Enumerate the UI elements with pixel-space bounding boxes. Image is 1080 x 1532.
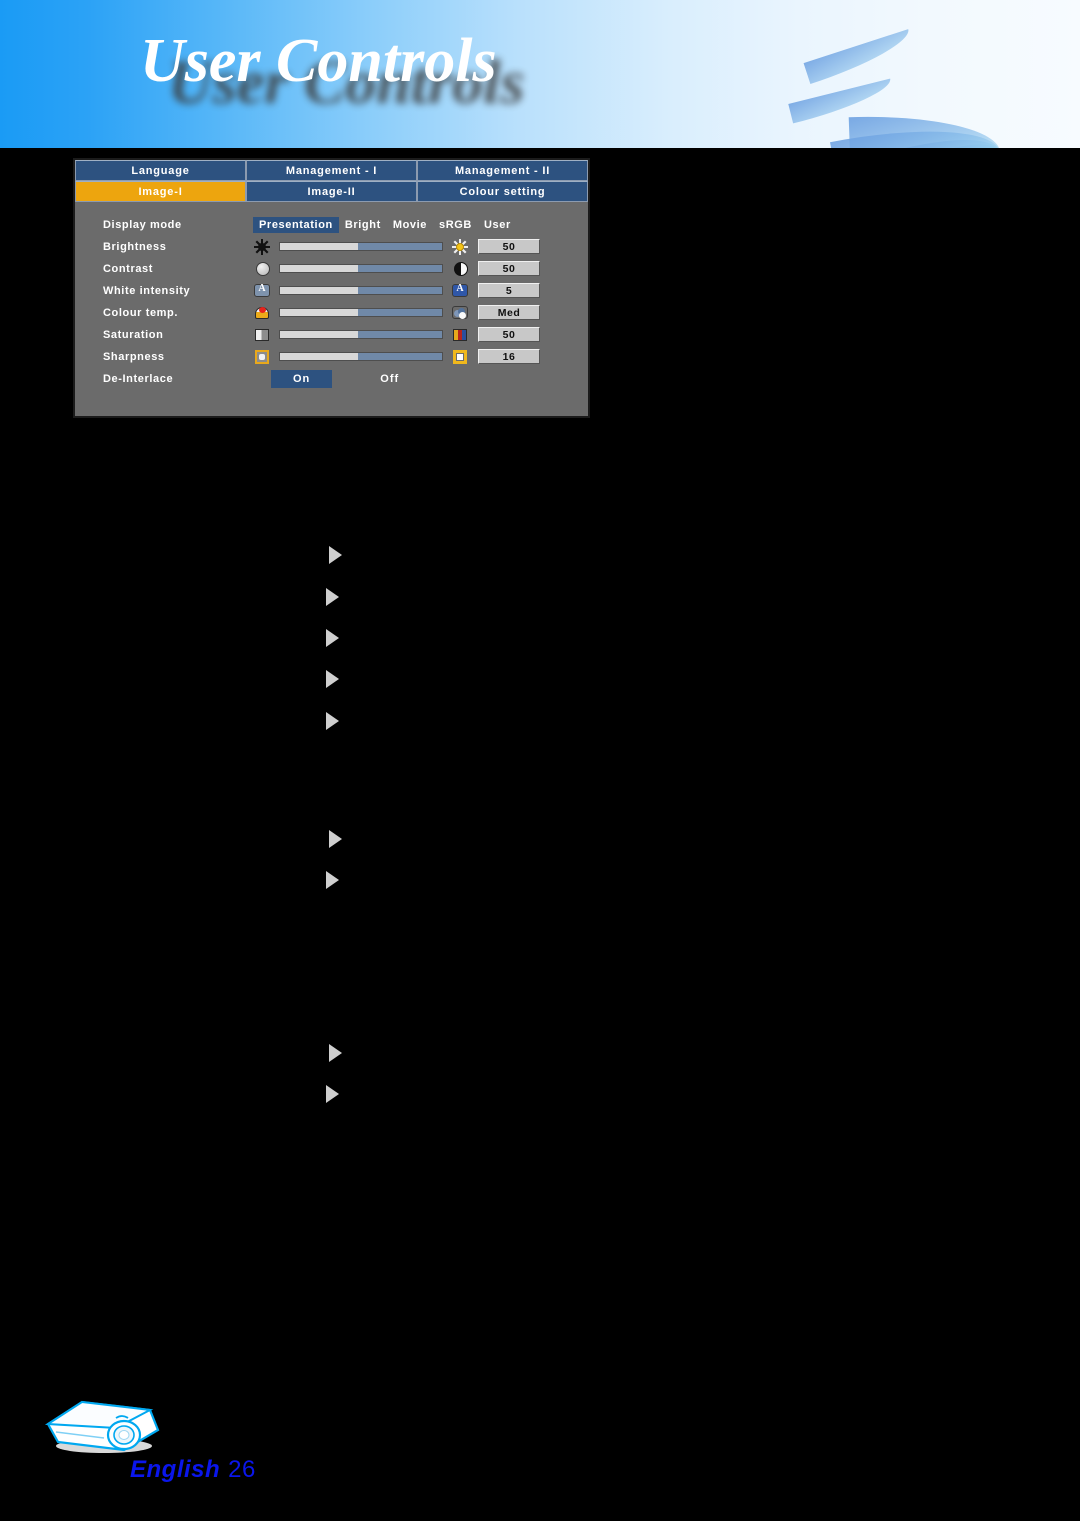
- page-header: User Controls User Controls: [0, 0, 1080, 148]
- projector-illustration: [44, 1400, 160, 1453]
- contrast-label: Contrast: [103, 262, 154, 275]
- sharpness-slider-track-right: [357, 353, 442, 360]
- osd-row-contrast: Contrast 50: [75, 258, 588, 279]
- saturation-label: Saturation: [103, 328, 164, 341]
- footer-page-number: 26: [228, 1456, 256, 1483]
- osd-menu-body: Display mode Presentation Bright Movie sRGB…: [75, 202, 588, 389]
- saturation-slider[interactable]: [279, 330, 443, 339]
- bullet-marker: [326, 629, 339, 647]
- osd-slider-rows: Brightness 50 Contrast 50 White intensity A A 5…: [75, 236, 588, 367]
- saturation-slider-track-right: [357, 331, 442, 338]
- letter-a-dim-icon: A: [253, 283, 271, 299]
- deinterlace-toggle-group: On Off: [271, 369, 399, 388]
- sharpness-value[interactable]: 16: [478, 349, 540, 364]
- osd-row-display-mode: Display mode Presentation Bright Movie sRGB…: [75, 214, 588, 235]
- osd-row-saturation: Saturation 50: [75, 324, 588, 345]
- sharpness-low-icon: [253, 349, 271, 365]
- letter-a-bright-icon: A: [451, 283, 469, 299]
- osd-menu-panel: Language Management - I Management - II Im…: [73, 158, 590, 418]
- sharpness-high-icon: [451, 349, 469, 365]
- osd-tab-management-i[interactable]: Management - I: [246, 160, 417, 181]
- bullet-marker: [329, 830, 342, 848]
- osd-tab-bar: Language Management - I Management - II Im…: [75, 160, 588, 202]
- osd-tab-management-ii[interactable]: Management - II: [417, 160, 588, 181]
- colour-temp-value[interactable]: Med: [478, 305, 540, 320]
- circle-high-icon: [451, 261, 469, 277]
- display-mode-options: Presentation Bright Movie sRGB User: [253, 216, 517, 233]
- bullet-marker: [326, 1085, 339, 1103]
- page-title-group: User Controls User Controls: [140, 30, 760, 130]
- osd-row-deinterlace: De-Interlace On Off: [75, 368, 588, 389]
- white-intensity-label: White intensity: [103, 284, 191, 297]
- osd-tab-row-primary: Language Management - I Management - II: [75, 160, 588, 181]
- osd-tab-language[interactable]: Language: [75, 160, 246, 181]
- osd-tab-row-secondary: Image-I Image-II Colour setting: [75, 181, 588, 202]
- colour-temp-slider-track-right: [357, 309, 442, 316]
- saturation-high-icon: [451, 327, 469, 343]
- display-mode-option-movie[interactable]: Movie: [387, 217, 433, 233]
- display-mode-option-bright[interactable]: Bright: [339, 217, 387, 233]
- cool-temp-icon: [451, 305, 469, 321]
- petal-fleck: [803, 29, 915, 84]
- sharpness-label: Sharpness: [103, 350, 165, 363]
- white-intensity-value[interactable]: 5: [478, 283, 540, 298]
- sharpness-slider[interactable]: [279, 352, 443, 361]
- sun-dark-icon: [253, 238, 271, 255]
- osd-row-sharpness: Sharpness 16: [75, 346, 588, 367]
- warm-temp-icon: [253, 305, 271, 321]
- bullet-marker: [326, 588, 339, 606]
- page-body-content: [0, 430, 1080, 1380]
- footer-language-text: English: [130, 1456, 221, 1483]
- header-divider: [0, 148, 1080, 152]
- display-mode-label: Display mode: [103, 218, 182, 231]
- saturation-low-icon: [253, 327, 271, 343]
- deinterlace-off-option[interactable]: Off: [380, 370, 399, 388]
- osd-row-white-intensity: White intensity A A 5: [75, 280, 588, 301]
- display-mode-option-user[interactable]: User: [478, 217, 517, 233]
- white-intensity-slider[interactable]: [279, 286, 443, 295]
- brightness-label: Brightness: [103, 240, 167, 253]
- deinterlace-on-option[interactable]: On: [271, 369, 333, 388]
- brightness-slider[interactable]: [279, 242, 443, 251]
- contrast-slider-track-right: [357, 265, 442, 272]
- bullet-marker: [329, 546, 342, 564]
- brightness-slider-track-right: [357, 243, 442, 250]
- display-mode-option-srgb[interactable]: sRGB: [433, 217, 478, 233]
- osd-tab-image-i[interactable]: Image-I: [75, 181, 246, 202]
- display-mode-option-presentation[interactable]: Presentation: [253, 216, 339, 233]
- bullet-marker: [326, 871, 339, 889]
- bullet-marker: [326, 712, 339, 730]
- circle-low-icon: [253, 261, 271, 277]
- colour-temp-label: Colour temp.: [103, 306, 179, 319]
- bullet-marker: [326, 670, 339, 688]
- osd-tab-image-ii[interactable]: Image-II: [246, 181, 417, 202]
- contrast-slider[interactable]: [279, 264, 443, 273]
- colour-temp-slider[interactable]: [279, 308, 443, 317]
- white-intensity-slider-track-right: [357, 287, 442, 294]
- page-title: User Controls: [140, 27, 497, 95]
- footer-language-label: English 26: [130, 1456, 256, 1484]
- saturation-value[interactable]: 50: [478, 327, 540, 342]
- osd-tab-colour-setting[interactable]: Colour setting: [417, 181, 588, 202]
- footer-bottom-strip: [0, 1521, 1080, 1532]
- osd-row-colour-temp: Colour temp. Med: [75, 302, 588, 323]
- contrast-value[interactable]: 50: [478, 261, 540, 276]
- brightness-value[interactable]: 50: [478, 239, 540, 254]
- osd-row-brightness: Brightness 50: [75, 236, 588, 257]
- deinterlace-label: De-Interlace: [103, 372, 174, 385]
- page-footer: English 26: [0, 1372, 1080, 1532]
- sun-bright-icon: [451, 238, 469, 255]
- bullet-marker: [329, 1044, 342, 1062]
